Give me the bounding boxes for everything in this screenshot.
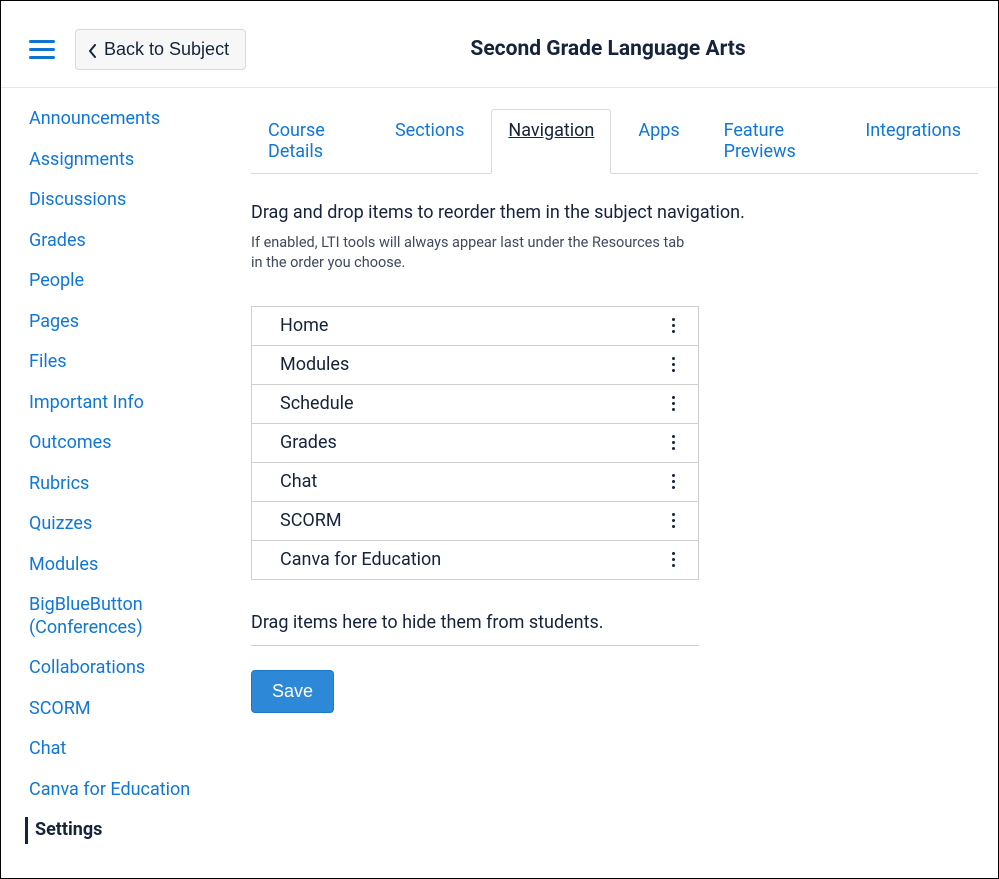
tab[interactable]: Sections [378,109,481,174]
nav-item-label: Modules [280,354,349,375]
back-button-label: Back to Subject [104,39,229,60]
sidebar-item[interactable]: Pages [29,311,213,334]
tab[interactable]: Feature Previews [707,109,839,174]
nav-item-label: Home [280,315,328,336]
nav-list-item[interactable]: SCORM [252,501,698,540]
kebab-menu-icon[interactable] [664,354,682,376]
sidebar-item[interactable]: Important Info [29,392,213,415]
tab[interactable]: Course Details [251,109,368,174]
nav-item-label: Canva for Education [280,549,441,570]
tab[interactable]: Integrations [848,109,978,174]
sidebar-item[interactable]: SCORM [29,698,213,721]
nav-list-item[interactable]: Chat [252,462,698,501]
sidebar-item[interactable]: Collaborations [29,657,213,680]
course-sidebar: Announcements Assignments Discussions Grade… [1,108,221,842]
sidebar-item[interactable]: Assignments [29,149,213,172]
save-button[interactable]: Save [251,670,334,713]
sub-instructions-text: If enabled, LTI tools will always appear… [251,233,691,274]
sidebar-item[interactable]: Outcomes [29,432,213,455]
kebab-menu-icon[interactable] [664,471,682,493]
chevron-left-icon [88,42,98,56]
nav-item-label: Schedule [280,393,354,414]
kebab-menu-icon[interactable] [664,432,682,454]
nav-list-item[interactable]: Canva for Education [252,540,698,579]
sidebar-item[interactable]: Modules [29,554,213,577]
course-title: Second Grade Language Arts [246,37,970,61]
settings-main: Course DetailsSectionsNavigationAppsFeat… [221,108,998,842]
hamburger-menu-icon[interactable] [29,36,55,62]
sidebar-item[interactable]: Quizzes [29,513,213,536]
tab[interactable]: Navigation [491,109,611,174]
kebab-menu-icon[interactable] [664,315,682,337]
nav-item-label: Chat [280,471,317,492]
page-header: Back to Subject Second Grade Language Ar… [1,1,998,88]
sidebar-item[interactable]: Grades [29,230,213,253]
sidebar-item[interactable]: People [29,270,213,293]
kebab-menu-icon[interactable] [664,549,682,571]
sidebar-item[interactable]: Canva for Education [29,779,213,802]
hide-items-label: Drag items here to hide them from studen… [251,612,699,646]
navigation-items-list: Home Modules Schedule Grades Chat SCORM Canva … [251,306,699,580]
instructions-text: Drag and drop items to reorder them in t… [251,202,978,223]
back-to-subject-button[interactable]: Back to Subject [75,29,246,70]
sidebar-item[interactable]: BigBlueButton (Conferences) [29,594,213,639]
nav-list-item[interactable]: Schedule [252,384,698,423]
sidebar-item[interactable]: Files [29,351,213,374]
sidebar-item[interactable]: Rubrics [29,473,213,496]
sidebar-item[interactable]: Settings [29,819,213,842]
sidebar-item[interactable]: Announcements [29,108,213,131]
nav-list-item[interactable]: Home [252,306,698,345]
nav-item-label: SCORM [280,510,342,531]
nav-item-label: Grades [280,432,337,453]
nav-list-item[interactable]: Grades [252,423,698,462]
kebab-menu-icon[interactable] [664,510,682,532]
sidebar-item[interactable]: Discussions [29,189,213,212]
kebab-menu-icon[interactable] [664,393,682,415]
sidebar-item[interactable]: Chat [29,738,213,761]
tab[interactable]: Apps [621,109,696,174]
nav-list-item[interactable]: Modules [252,345,698,384]
settings-tabs: Course DetailsSectionsNavigationAppsFeat… [251,108,978,174]
